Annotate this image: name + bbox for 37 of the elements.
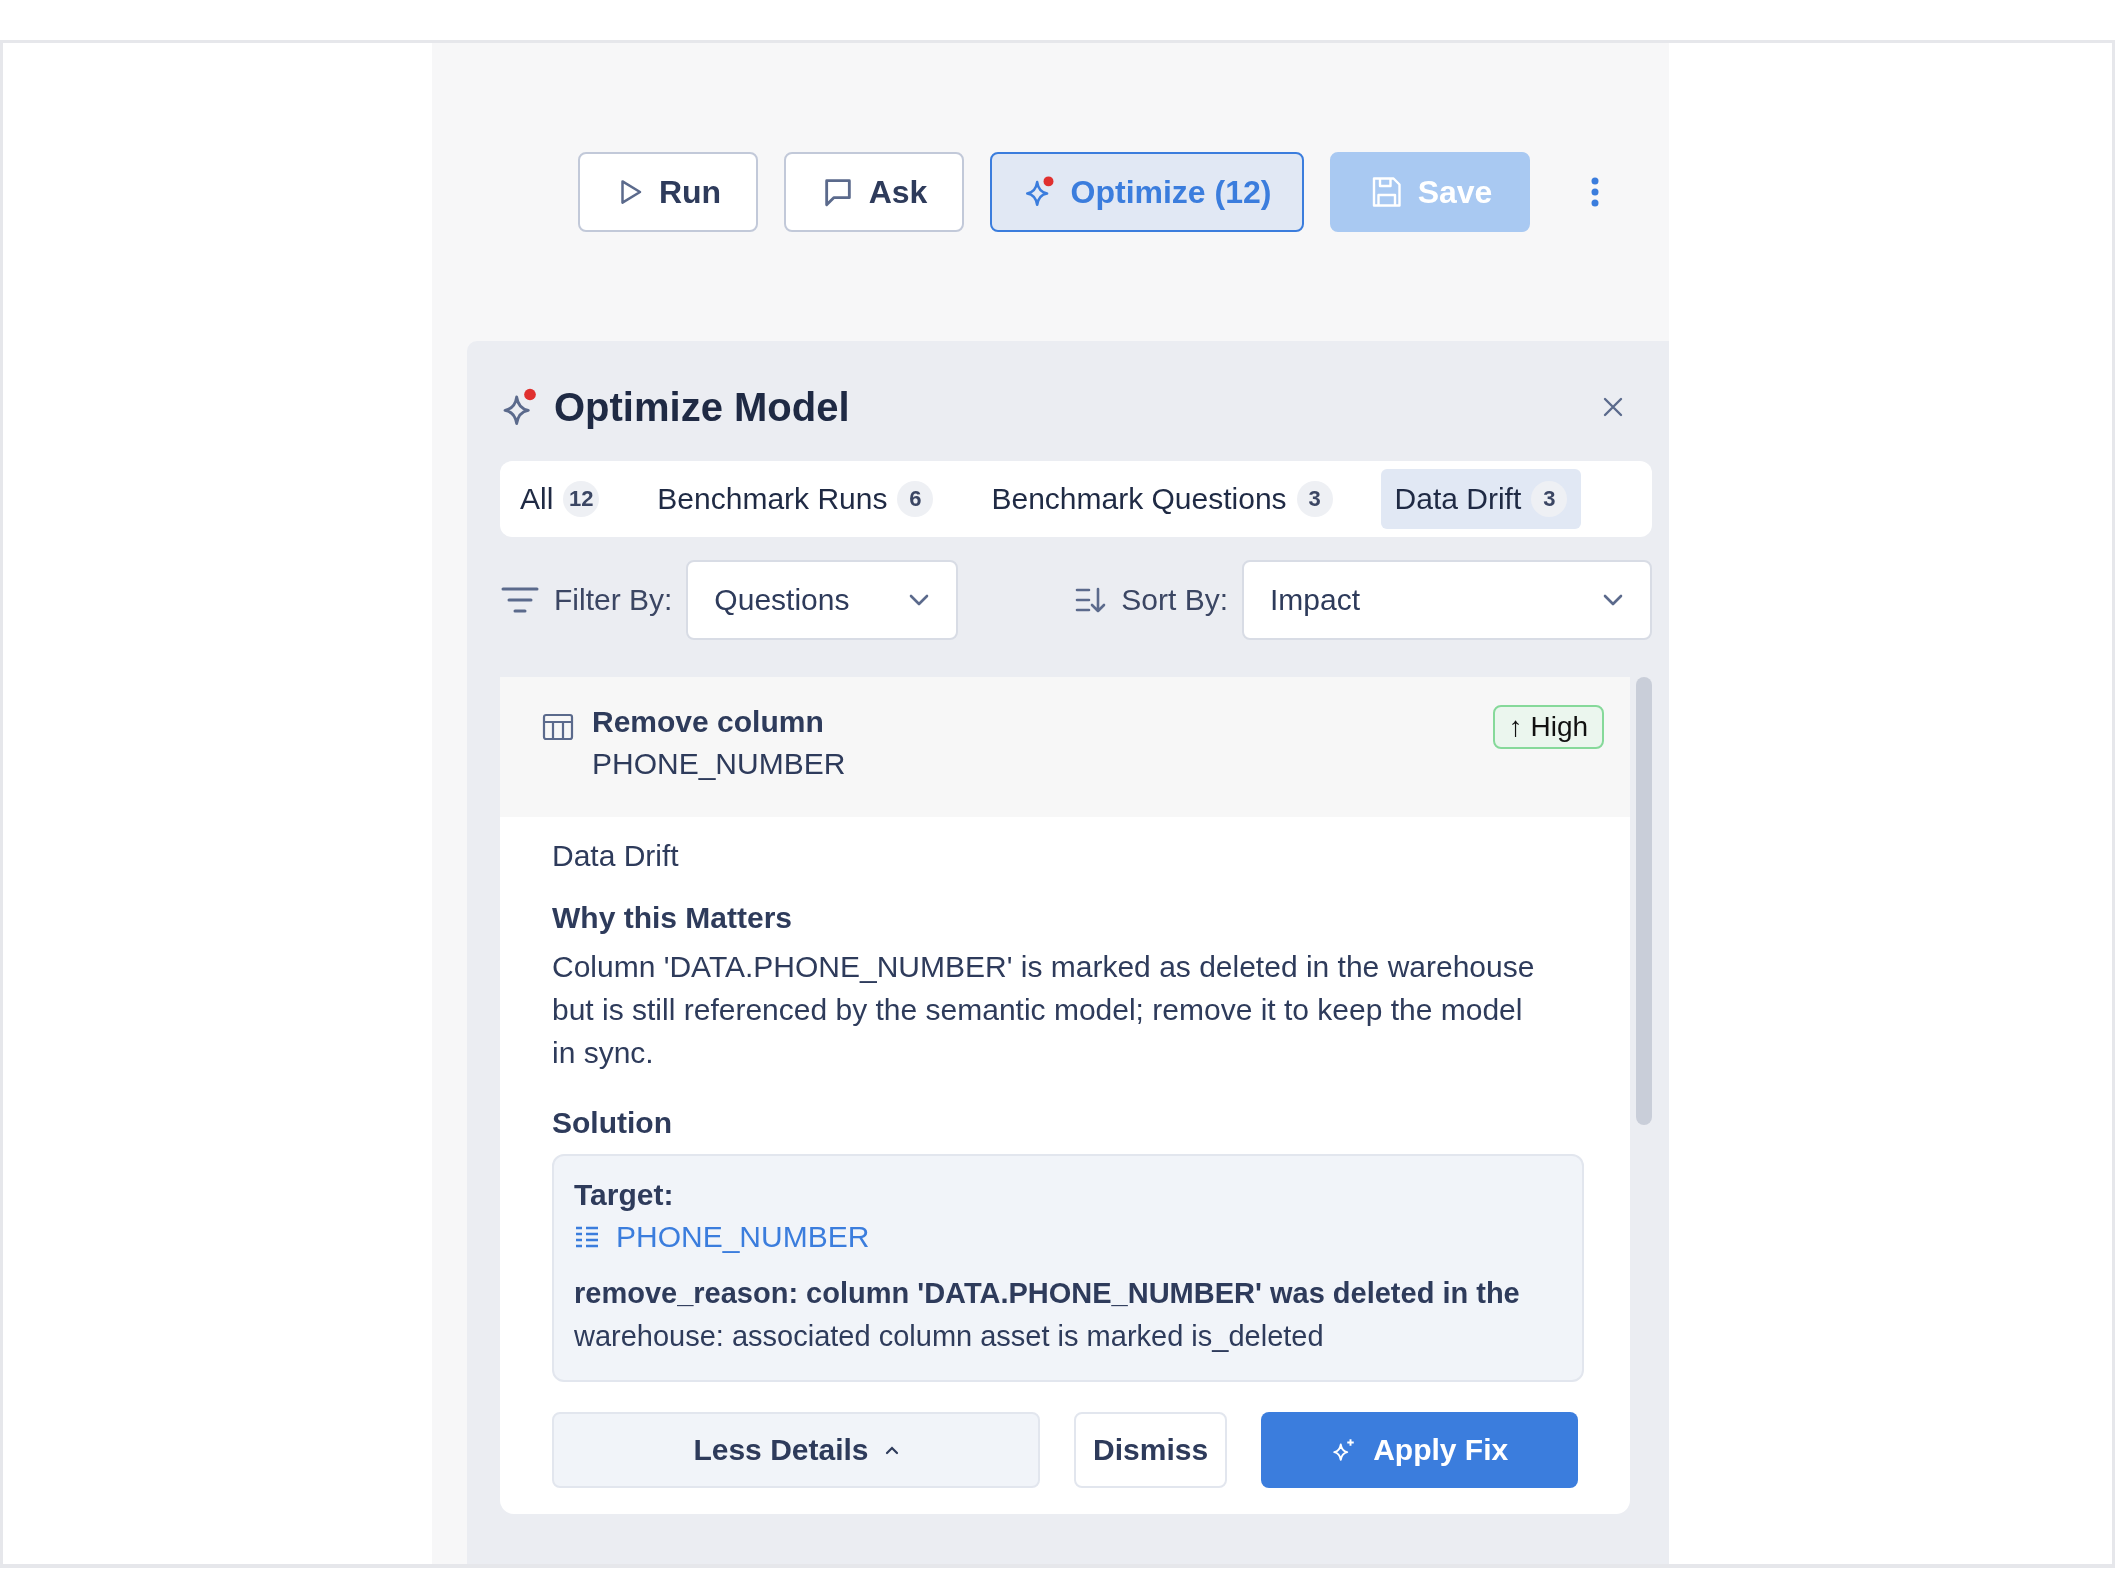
target-label: Target: (574, 1178, 674, 1212)
scrollbar[interactable] (1636, 677, 1652, 1125)
caret-up-icon (884, 1445, 899, 1455)
table-icon (542, 713, 574, 741)
dismiss-button[interactable]: Dismiss (1073, 1412, 1228, 1488)
panel-title: Optimize Model (554, 384, 850, 430)
filter-label: Filter By: (554, 583, 673, 617)
suggestion-title: Remove column (592, 705, 825, 739)
tab[interactable]: Benchmark Questions 3 (981, 469, 1343, 529)
tab[interactable]: Data Drift 3 (1380, 469, 1582, 529)
tab[interactable]: All 12 (510, 469, 610, 529)
count-badge: 12 (563, 481, 600, 517)
category-label: Data Drift (552, 839, 679, 873)
section-heading: Why this Matters (552, 901, 793, 935)
filter-dropdown[interactable]: Questions (686, 560, 959, 640)
run-button[interactable]: Run (578, 152, 758, 232)
count-badge: 3 (1531, 481, 1568, 517)
impact-badge: ↑ High (1492, 705, 1605, 749)
count-badge: 6 (897, 481, 934, 517)
more-options-icon (1590, 176, 1600, 208)
section-heading: Solution (552, 1106, 672, 1140)
suggestion-subtitle: PHONE_NUMBER (592, 747, 846, 781)
target-link[interactable]: PHONE_NUMBER (616, 1220, 870, 1254)
sort-label: Sort By: (1121, 583, 1228, 617)
ask-button[interactable]: Ask (784, 152, 964, 232)
list-icon (574, 1225, 600, 1249)
tab[interactable]: Benchmark Runs 6 (647, 469, 944, 529)
sort-icon (1075, 586, 1108, 614)
less-details-button[interactable]: Less Details (552, 1412, 1040, 1488)
remove-reason-text: remove_reason: column 'DATA.PHONE_NUMBER' was deleted in the warehouse: associated column asset is marked is_deleted (574, 1276, 1521, 1354)
chevron-down-icon (1602, 593, 1624, 607)
filter-icon (500, 585, 540, 615)
explanation-text: Column 'DATA.PHONE_NUMBER' is marked as deleted in the warehouse but is still referenced by the semantic model; remove it to keep the model in sync. (552, 949, 1536, 1071)
sort-dropdown[interactable]: Impact (1242, 560, 1652, 640)
count-badge: 3 (1296, 481, 1333, 517)
apply-fix-button[interactable]: Apply Fix (1261, 1412, 1579, 1488)
chevron-down-icon (908, 593, 931, 607)
